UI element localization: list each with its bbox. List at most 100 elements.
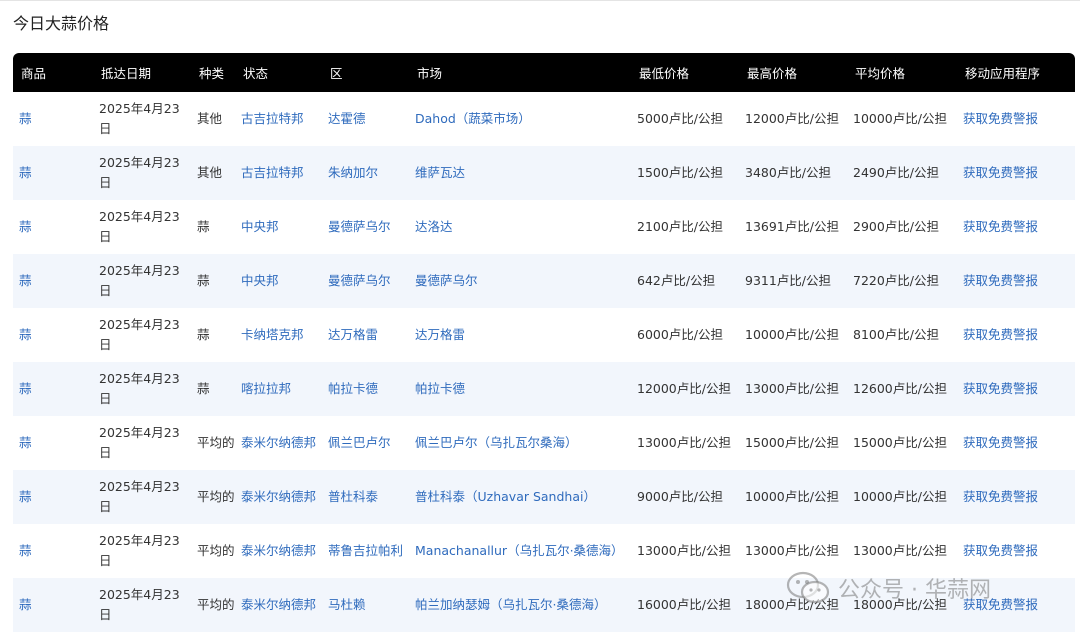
table-row: 蒜 2025年4月23日 平均的 泰米尔纳德邦 佩兰巴卢尔 佩兰巴卢尔（乌扎瓦尔桑海） 13… xyxy=(13,416,1075,470)
free-alert-link[interactable]: 获取免费警报 xyxy=(963,381,1038,396)
market-link[interactable]: 佩兰巴卢尔（乌扎瓦尔桑海） xyxy=(415,435,578,450)
arrival-date: 2025年4月23日 xyxy=(99,479,180,514)
header-district[interactable]: 区 xyxy=(322,53,409,92)
table-header-row: 商品 抵达日期 种类 状态 区 市场 最低价格 最高价格 平均价格 移动应用程序 xyxy=(13,53,1075,92)
min-price: 2100卢比/公担 xyxy=(637,219,724,234)
district-link[interactable]: 佩兰巴卢尔 xyxy=(328,435,391,450)
table-row: 蒜 2025年4月23日 平均的 泰米尔纳德邦 普杜科泰 普杜科泰（Uzhavar San… xyxy=(13,470,1075,524)
state-link[interactable]: 泰米尔纳德邦 xyxy=(241,489,316,504)
cell-commodity: 蒜 xyxy=(13,578,93,632)
cell-avg: 7220卢比/公担 xyxy=(847,254,957,308)
free-alert-link[interactable]: 获取免费警报 xyxy=(963,489,1038,504)
commodity-link[interactable]: 蒜 xyxy=(19,219,32,234)
header-market[interactable]: 市场 xyxy=(409,53,631,92)
cell-district: 朱纳加尔 xyxy=(322,146,409,200)
cell-min: 12000卢比/公担 xyxy=(631,362,739,416)
free-alert-link[interactable]: 获取免费警报 xyxy=(963,273,1038,288)
state-link[interactable]: 卡纳塔克邦 xyxy=(241,327,304,342)
variety: 平均的 xyxy=(197,543,235,558)
free-alert-link[interactable]: 获取免费警报 xyxy=(963,165,1038,180)
cell-district: 佩兰巴卢尔 xyxy=(322,416,409,470)
header-mobile-app[interactable]: 移动应用程序 xyxy=(957,53,1075,92)
cell-market: 佩兰巴卢尔（乌扎瓦尔桑海） xyxy=(409,416,631,470)
cell-avg: 15000卢比/公担 xyxy=(847,416,957,470)
market-link[interactable]: Dahod（蔬菜市场） xyxy=(415,111,531,126)
state-link[interactable]: 泰米尔纳德邦 xyxy=(241,435,316,450)
table-row: 蒜 2025年4月23日 蒜 喀拉拉邦 帕拉卡德 帕拉卡德 12000卢比/公担 13000卢… xyxy=(13,362,1075,416)
min-price: 1500卢比/公担 xyxy=(637,165,724,180)
free-alert-link[interactable]: 获取免费警报 xyxy=(963,543,1038,558)
cell-state: 卡纳塔克邦 xyxy=(235,308,322,362)
cell-state: 古吉拉特邦 xyxy=(235,92,322,146)
arrival-date: 2025年4月23日 xyxy=(99,317,180,352)
market-link[interactable]: 达洛达 xyxy=(415,219,453,234)
state-link[interactable]: 中央邦 xyxy=(241,219,279,234)
state-link[interactable]: 泰米尔纳德邦 xyxy=(241,543,316,558)
state-link[interactable]: 泰米尔纳德邦 xyxy=(241,597,316,612)
free-alert-link[interactable]: 获取免费警报 xyxy=(963,597,1038,612)
free-alert-link[interactable]: 获取免费警报 xyxy=(963,327,1038,342)
header-commodity[interactable]: 商品 xyxy=(13,53,93,92)
cell-min: 9000卢比/公担 xyxy=(631,470,739,524)
commodity-link[interactable]: 蒜 xyxy=(19,111,32,126)
district-link[interactable]: 帕拉卡德 xyxy=(328,381,378,396)
state-link[interactable]: 古吉拉特邦 xyxy=(241,165,304,180)
max-price: 3480卢比/公担 xyxy=(745,165,832,180)
commodity-link[interactable]: 蒜 xyxy=(19,489,32,504)
market-link[interactable]: 曼德萨乌尔 xyxy=(415,273,478,288)
cell-app: 获取免费警报 xyxy=(957,200,1075,254)
cell-market: Dahod（蔬菜市场） xyxy=(409,92,631,146)
district-link[interactable]: 曼德萨乌尔 xyxy=(328,273,391,288)
market-link[interactable]: 普杜科泰（Uzhavar Sandhai） xyxy=(415,489,596,504)
cell-max: 18000卢比/公担 xyxy=(739,578,847,632)
arrival-date: 2025年4月23日 xyxy=(99,209,180,244)
free-alert-link[interactable]: 获取免费警报 xyxy=(963,219,1038,234)
cell-variety: 蒜 xyxy=(191,362,235,416)
commodity-link[interactable]: 蒜 xyxy=(19,381,32,396)
arrival-date: 2025年4月23日 xyxy=(99,425,180,460)
district-link[interactable]: 蒂鲁吉拉帕利 xyxy=(328,543,403,558)
max-price: 13000卢比/公担 xyxy=(745,543,839,558)
cell-max: 9311卢比/公担 xyxy=(739,254,847,308)
district-link[interactable]: 普杜科泰 xyxy=(328,489,378,504)
variety: 蒜 xyxy=(197,381,210,396)
price-table: 商品 抵达日期 种类 状态 区 市场 最低价格 最高价格 平均价格 移动应用程序… xyxy=(13,53,1075,632)
commodity-link[interactable]: 蒜 xyxy=(19,327,32,342)
header-variety[interactable]: 种类 xyxy=(191,53,235,92)
header-date[interactable]: 抵达日期 xyxy=(93,53,191,92)
district-link[interactable]: 曼德萨乌尔 xyxy=(328,219,391,234)
cell-app: 获取免费警报 xyxy=(957,254,1075,308)
state-link[interactable]: 喀拉拉邦 xyxy=(241,381,291,396)
market-link[interactable]: 帕兰加纳瑟姆（乌扎瓦尔·桑德海） xyxy=(415,597,606,612)
state-link[interactable]: 古吉拉特邦 xyxy=(241,111,304,126)
district-link[interactable]: 达霍德 xyxy=(328,111,366,126)
cell-variety: 其他 xyxy=(191,92,235,146)
cell-market: 达洛达 xyxy=(409,200,631,254)
market-link[interactable]: 维萨瓦达 xyxy=(415,165,465,180)
max-price: 10000卢比/公担 xyxy=(745,327,839,342)
commodity-link[interactable]: 蒜 xyxy=(19,597,32,612)
commodity-link[interactable]: 蒜 xyxy=(19,543,32,558)
cell-avg: 2490卢比/公担 xyxy=(847,146,957,200)
cell-date: 2025年4月23日 xyxy=(93,146,191,200)
district-link[interactable]: 马杜赖 xyxy=(328,597,366,612)
market-link[interactable]: 帕拉卡德 xyxy=(415,381,465,396)
cell-variety: 平均的 xyxy=(191,470,235,524)
district-link[interactable]: 朱纳加尔 xyxy=(328,165,378,180)
commodity-link[interactable]: 蒜 xyxy=(19,435,32,450)
variety: 其他 xyxy=(197,111,223,126)
market-link[interactable]: Manachanallur（乌扎瓦尔·桑德海） xyxy=(415,543,624,558)
state-link[interactable]: 中央邦 xyxy=(241,273,279,288)
max-price: 10000卢比/公担 xyxy=(745,489,839,504)
commodity-link[interactable]: 蒜 xyxy=(19,165,32,180)
header-state[interactable]: 状态 xyxy=(235,53,322,92)
header-min-price[interactable]: 最低价格 xyxy=(631,53,739,92)
free-alert-link[interactable]: 获取免费警报 xyxy=(963,435,1038,450)
header-avg-price[interactable]: 平均价格 xyxy=(847,53,957,92)
commodity-link[interactable]: 蒜 xyxy=(19,273,32,288)
district-link[interactable]: 达万格雷 xyxy=(328,327,378,342)
cell-state: 泰米尔纳德邦 xyxy=(235,470,322,524)
header-max-price[interactable]: 最高价格 xyxy=(739,53,847,92)
free-alert-link[interactable]: 获取免费警报 xyxy=(963,111,1038,126)
market-link[interactable]: 达万格雷 xyxy=(415,327,465,342)
